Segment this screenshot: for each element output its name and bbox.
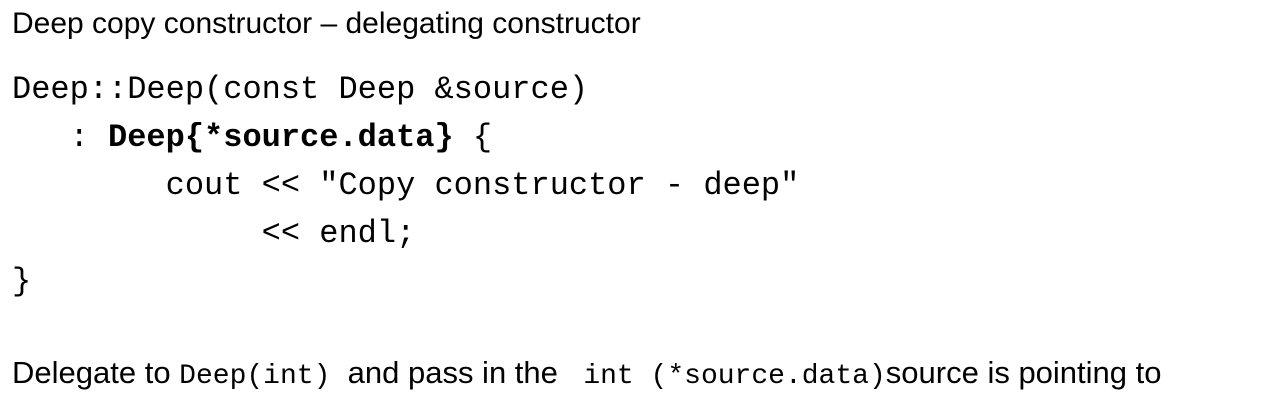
caption-code-1: Deep(int) bbox=[179, 361, 331, 392]
code-line-2: : Deep{*source.data} { bbox=[12, 114, 799, 162]
slide-title: Deep copy constructor – delegating const… bbox=[12, 7, 641, 40]
code-line-4: << endl; bbox=[12, 215, 416, 252]
caption-text-3: source is pointing to bbox=[885, 355, 1162, 390]
caption: Delegate to Deep(int) and pass in the in… bbox=[12, 352, 1162, 398]
code-block: Deep::Deep(const Deep &source) : Deep{*s… bbox=[12, 66, 799, 306]
code-line-2-brace: { bbox=[453, 119, 493, 156]
delegating-call: Deep{*source.data} bbox=[108, 119, 454, 156]
caption-text-1: Delegate to bbox=[12, 355, 180, 390]
code-line-3: cout << "Copy constructor - deep" bbox=[12, 167, 800, 204]
code-line-1: Deep::Deep(const Deep &source) bbox=[12, 71, 589, 108]
caption-text-2: and pass in the bbox=[330, 355, 567, 390]
caption-code-2: int (*source.data) bbox=[566, 361, 886, 392]
code-line-2-prefix: : bbox=[12, 119, 109, 156]
code-line-5: } bbox=[12, 263, 32, 300]
